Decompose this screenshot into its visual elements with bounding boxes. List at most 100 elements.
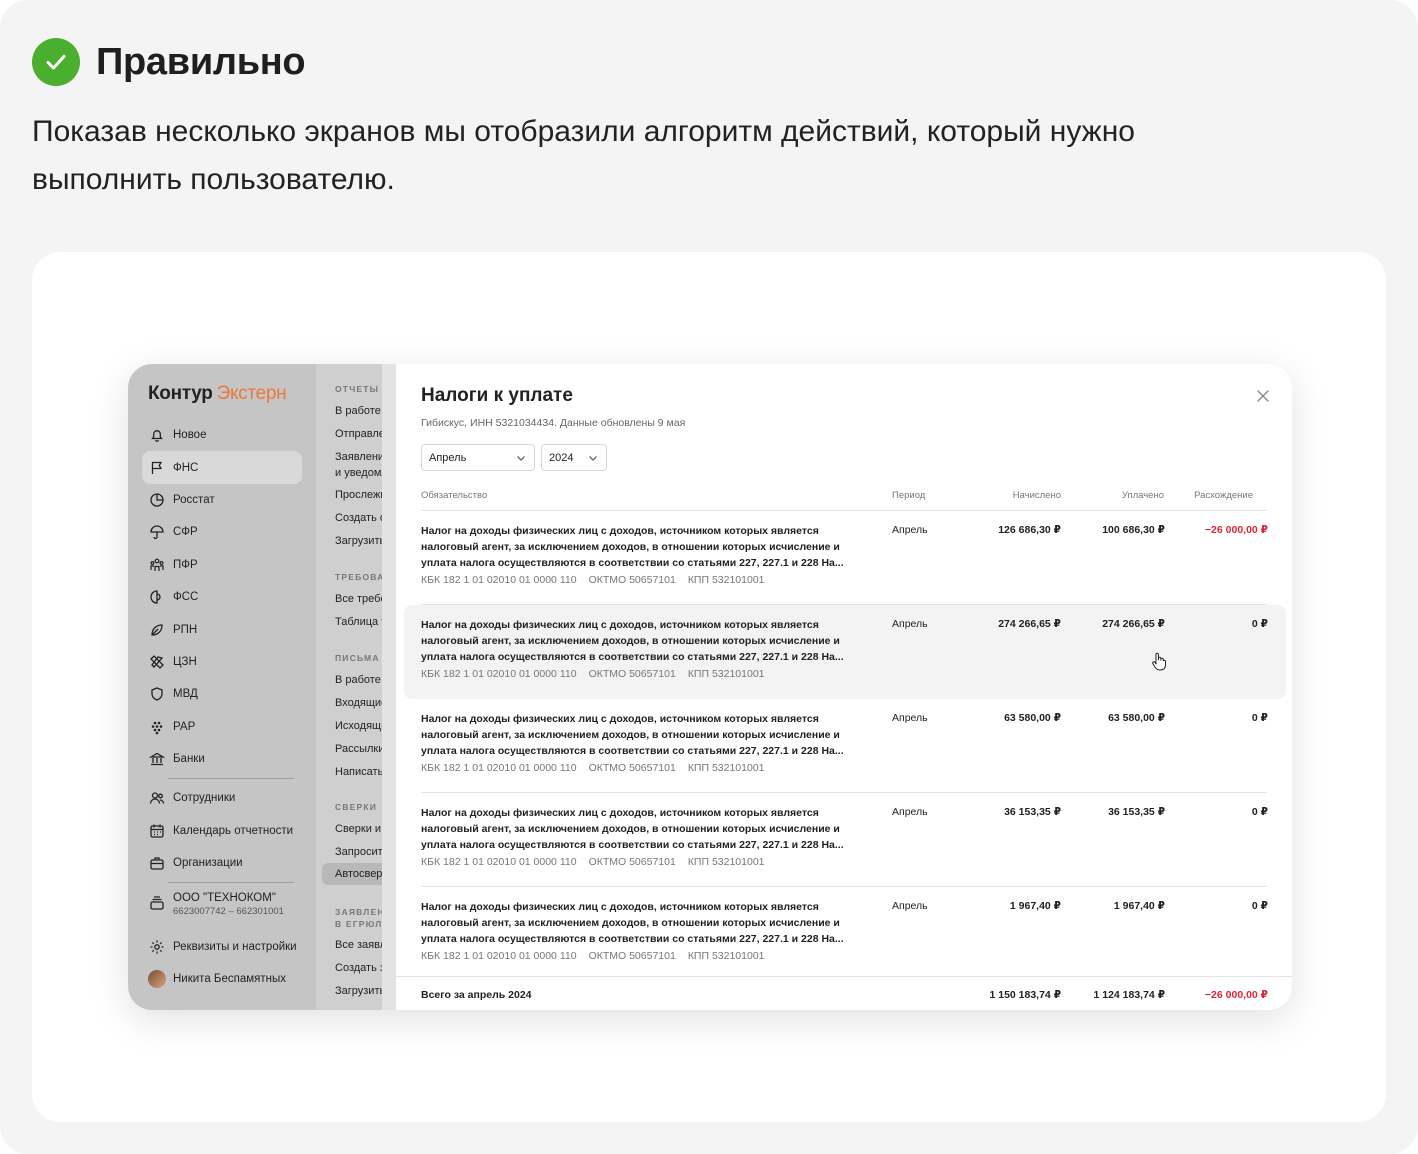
- row-paid: 63 580,00 ₽: [1108, 712, 1165, 724]
- panel-subtitle: Гибискус, ИНН 5321034434. Данные обновле…: [421, 417, 686, 429]
- submenu-item[interactable]: Входящие: [335, 697, 382, 709]
- grapes-icon: [148, 718, 166, 736]
- row-diff: 0 ₽: [1251, 900, 1268, 912]
- submenu-item[interactable]: В работе: [335, 405, 381, 417]
- logo[interactable]: Контур Экстерн: [148, 383, 287, 405]
- sidebar-item-fns[interactable]: ФНС: [142, 451, 302, 484]
- obligation-codes: КБК 182 1 01 02010 01 0000 110 ОКТМО 5065…: [421, 762, 765, 774]
- sidebar-item-organizations[interactable]: Организации: [142, 847, 302, 879]
- sidebar-item-label: СФР: [173, 526, 198, 539]
- submenu-item[interactable]: Запросить сверку: [335, 846, 382, 858]
- column-header-diff[interactable]: Расхождение: [1153, 490, 1253, 501]
- sidebar-item-mvd[interactable]: МВД: [142, 678, 302, 710]
- obligation-codes: КБК 182 1 01 02010 01 0000 110 ОКТМО 5065…: [421, 950, 765, 962]
- organization-info: ООО "ТЕХНОКОМ" 6623007742 – 662301001: [173, 892, 284, 917]
- sidebar-item-label: Календарь отчетности: [173, 824, 294, 837]
- submenu-item[interactable]: Все заявления: [335, 939, 382, 951]
- submenu-item[interactable]: и уведомления: [335, 467, 382, 479]
- sidebar-item-settings[interactable]: Реквизиты и настройки: [142, 930, 302, 962]
- submenu-item[interactable]: Исходящие: [335, 720, 382, 732]
- submenu-item[interactable]: Создать отчет: [335, 512, 382, 524]
- sidebar-item-label: Организации: [173, 857, 243, 870]
- sidebar-item-user[interactable]: Никита Беспамятных: [142, 963, 302, 995]
- submenu-item[interactable]: Загрузить отчет: [335, 535, 382, 547]
- close-icon[interactable]: [1256, 389, 1270, 403]
- submenu-item[interactable]: Отправленные: [335, 428, 382, 440]
- row-period: Апрель: [892, 712, 928, 724]
- month-value: Апрель: [429, 451, 467, 464]
- bell-icon: [148, 426, 166, 444]
- row-paid: 100 686,30 ₽: [1102, 524, 1165, 536]
- submenu-item[interactable]: Все требования: [335, 593, 382, 605]
- check-icon: [32, 38, 80, 86]
- total-accrued: 1 150 183,74 ₽: [989, 989, 1061, 1001]
- table-row[interactable]: Налог на доходы физических лиц с доходов…: [404, 793, 1286, 887]
- sidebar-item-rosstat[interactable]: Росстат: [142, 484, 302, 516]
- submenu-item[interactable]: Написать письмо: [335, 766, 382, 778]
- panel-edge: [382, 364, 396, 1010]
- row-accrued: 126 686,30 ₽: [998, 524, 1061, 536]
- submenu-section: СВЕРКИ: [335, 802, 378, 812]
- sidebar-item-rar[interactable]: РАР: [142, 711, 302, 743]
- column-header-accrued[interactable]: Начислено: [961, 490, 1061, 501]
- submenu-item[interactable]: Прослеживаемость: [335, 489, 382, 501]
- sidebar-item-employees[interactable]: Сотрудники: [142, 782, 302, 814]
- submenu-section: В ЕГРЮЛ/ЕГРИП: [335, 919, 382, 929]
- sidebar-item-fss[interactable]: ФСС: [142, 581, 302, 613]
- submenu-item[interactable]: Заявления: [335, 451, 382, 463]
- obligation-codes: КБК 182 1 01 02010 01 0000 110 ОКТМО 5065…: [421, 574, 765, 586]
- table-row[interactable]: Налог на доходы физических лиц с доходов…: [404, 511, 1286, 605]
- chevron-down-icon: [517, 456, 525, 461]
- row-paid: 1 967,40 ₽: [1113, 900, 1165, 912]
- sidebar-item-sfr[interactable]: СФР: [142, 516, 302, 548]
- row-diff: −26 000,00 ₽: [1204, 524, 1268, 536]
- sidebar-item-new[interactable]: Новое: [142, 419, 302, 451]
- sidebar-item-label: МВД: [173, 688, 198, 701]
- obligation-text: Налог на доходы физических лиц с доходов…: [421, 807, 844, 851]
- year-select[interactable]: 2024: [541, 444, 607, 471]
- row-period: Апрель: [892, 524, 928, 536]
- pie-chart-icon: [148, 491, 166, 509]
- sidebar-nav: Новое ФНС Росстат СФР ПФР ФСС РПН ЦЗН МВ…: [142, 419, 302, 995]
- row-diff: 0 ₽: [1251, 806, 1268, 818]
- submenu-section: ТРЕБОВАНИЯ: [335, 572, 382, 582]
- column-header-period[interactable]: Период: [892, 490, 925, 501]
- logo-part2: Экстерн: [216, 383, 287, 404]
- total-paid: 1 124 183,74 ₽: [1093, 989, 1165, 1001]
- stack-icon: [148, 894, 166, 912]
- submenu-item-active[interactable]: Автосверка: [322, 863, 382, 885]
- umbrella-icon: [148, 523, 166, 541]
- column-header-paid[interactable]: Уплачено: [1064, 490, 1164, 501]
- submenu-item[interactable]: Таблица требований: [335, 616, 382, 628]
- total-label: Всего за апрель 2024: [421, 989, 532, 1001]
- shield-icon: [148, 685, 166, 703]
- sidebar-item-rpn[interactable]: РПН: [142, 613, 302, 645]
- row-paid: 274 266,65 ₽: [1102, 618, 1165, 630]
- calendar-icon: [148, 822, 166, 840]
- organization-codes: 6623007742 – 662301001: [173, 906, 284, 918]
- submenu-item[interactable]: Сверки и выписки: [335, 823, 382, 835]
- organization-name: ООО "ТЕХНОКОМ": [173, 892, 276, 905]
- submenu-item[interactable]: Создать заявление: [335, 962, 382, 974]
- sidebar-item-label: Росстат: [173, 493, 215, 506]
- avatar: [148, 970, 166, 989]
- sidebar-item-czn[interactable]: ЦЗН: [142, 646, 302, 678]
- submenu-item[interactable]: В работе: [335, 674, 381, 686]
- submenu-section: ЗАЯВЛЕНИЯ: [335, 907, 382, 917]
- sidebar-item-calendar[interactable]: Календарь отчетности: [142, 815, 302, 847]
- column-header-obligation[interactable]: Обязательство: [421, 490, 487, 501]
- sidebar-item-label: Сотрудники: [173, 792, 236, 805]
- obligation-text: Налог на доходы физических лиц с доходов…: [421, 619, 844, 663]
- sidebar-item-banks[interactable]: Банки: [142, 743, 302, 775]
- submenu-item[interactable]: Рассылки: [335, 743, 382, 755]
- submenu-item[interactable]: Загрузить заявление: [335, 985, 382, 997]
- month-select[interactable]: Апрель: [421, 444, 535, 471]
- briefcase-icon: [148, 854, 166, 872]
- table-row[interactable]: Налог на доходы физических лиц с доходов…: [404, 887, 1286, 981]
- sidebar: Контур Экстерн Новое ФНС Росстат СФР ПФР…: [128, 364, 316, 1010]
- bank-icon: [148, 750, 166, 768]
- organization-switcher[interactable]: ООО "ТЕХНОКОМ" 6623007742 – 662301001: [142, 886, 302, 930]
- sidebar-item-pfr[interactable]: ПФР: [142, 549, 302, 581]
- table-row[interactable]: Налог на доходы физических лиц с доходов…: [404, 699, 1286, 793]
- sidebar-item-label: ФСС: [173, 591, 199, 604]
